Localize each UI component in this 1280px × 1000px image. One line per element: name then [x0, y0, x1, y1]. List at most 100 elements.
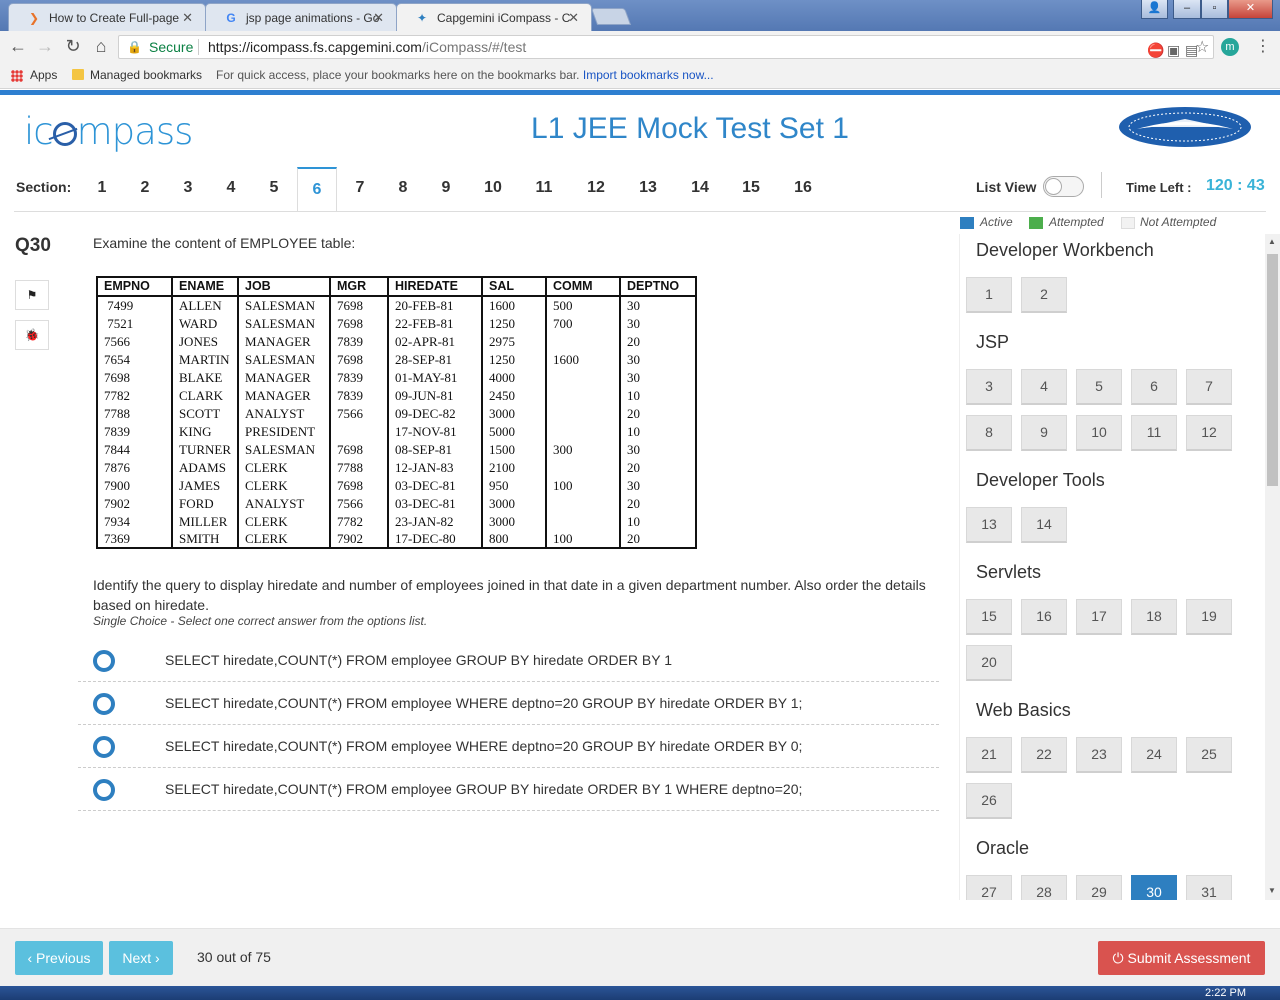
- question-button-27[interactable]: 27: [966, 875, 1012, 900]
- radio-button[interactable]: [93, 736, 115, 758]
- question-button-15[interactable]: 15: [966, 599, 1012, 635]
- radio-button[interactable]: [93, 779, 115, 801]
- previous-button[interactable]: ‹ Previous: [15, 941, 103, 975]
- table-cell: 7521: [96, 314, 173, 332]
- blocked-content-icon[interactable]: ⛔: [1147, 39, 1164, 61]
- question-button-19[interactable]: 19: [1186, 599, 1232, 635]
- section-tab-2[interactable]: 2: [125, 167, 165, 212]
- question-button-13[interactable]: 13: [966, 507, 1012, 543]
- bookmark-apps[interactable]: Apps: [30, 63, 57, 87]
- close-window-icon[interactable]: ✕: [1228, 0, 1273, 19]
- maximize-icon[interactable]: ▫: [1201, 0, 1228, 19]
- flag-button[interactable]: ⚑: [15, 280, 49, 310]
- column-header: EMPNO: [96, 276, 173, 297]
- palette-scrollbar[interactable]: ▲ ▼: [1265, 234, 1280, 900]
- scroll-up-icon[interactable]: ▲: [1268, 237, 1276, 246]
- question-button-7[interactable]: 7: [1186, 369, 1232, 405]
- question-button-5[interactable]: 5: [1076, 369, 1122, 405]
- section-tab-6[interactable]: 6: [297, 167, 337, 212]
- section-tab-14[interactable]: 14: [680, 167, 720, 212]
- browser-tab-1[interactable]: ❯ How to Create Full-page ✕: [8, 3, 206, 31]
- legend-active-label: Active: [980, 215, 1013, 229]
- question-button-9[interactable]: 9: [1021, 415, 1067, 451]
- question-button-12[interactable]: 12: [1186, 415, 1232, 451]
- scroll-thumb[interactable]: [1267, 254, 1278, 486]
- import-bookmarks-link[interactable]: Import bookmarks now...: [583, 68, 714, 82]
- question-button-8[interactable]: 8: [966, 415, 1012, 451]
- close-tab-icon[interactable]: ✕: [182, 10, 193, 26]
- table-cell: 1600: [481, 296, 547, 314]
- section-tab-1[interactable]: 1: [82, 167, 122, 212]
- close-tab-icon[interactable]: ✕: [373, 10, 384, 26]
- reload-icon[interactable]: ↻: [62, 36, 84, 57]
- url-host: https://icompass.fs.capgemini.com: [208, 39, 422, 55]
- profile-avatar[interactable]: m: [1221, 38, 1239, 56]
- section-tab-10[interactable]: 10: [473, 167, 513, 212]
- answer-option[interactable]: SELECT hiredate,COUNT(*) FROM employee W…: [78, 682, 939, 725]
- question-button-6[interactable]: 6: [1131, 369, 1177, 405]
- table-cell: MANAGER: [237, 332, 331, 350]
- answer-option[interactable]: SELECT hiredate,COUNT(*) FROM employee G…: [78, 639, 939, 682]
- section-tab-5[interactable]: 5: [254, 167, 294, 212]
- table-cell: 7839: [329, 332, 389, 350]
- menu-icon[interactable]: ⋮: [1255, 36, 1271, 56]
- submit-assessment-button[interactable]: ⏻ Submit Assessment: [1098, 941, 1265, 975]
- section-tab-4[interactable]: 4: [211, 167, 251, 212]
- section-tab-8[interactable]: 8: [383, 167, 423, 212]
- user-icon[interactable]: 👤: [1141, 0, 1168, 19]
- question-button-14[interactable]: 14: [1021, 507, 1067, 543]
- browser-tab-3[interactable]: ✦ Capgemini iCompass - C ✕: [396, 3, 592, 31]
- section-tab-3[interactable]: 3: [168, 167, 208, 212]
- section-tab-16[interactable]: 16: [783, 167, 823, 212]
- question-button-10[interactable]: 10: [1076, 415, 1122, 451]
- question-button-26[interactable]: 26: [966, 783, 1012, 819]
- radio-button[interactable]: [93, 693, 115, 715]
- question-button-21[interactable]: 21: [966, 737, 1012, 773]
- question-button-16[interactable]: 16: [1021, 599, 1067, 635]
- address-bar[interactable]: 🔒 Secure https://icompass.fs.capgemini.c…: [118, 35, 1214, 59]
- section-tab-11[interactable]: 11: [524, 167, 564, 212]
- bookmark-managed[interactable]: Managed bookmarks: [90, 63, 202, 87]
- forward-icon[interactable]: →: [34, 36, 56, 57]
- bookmark-star-icon[interactable]: ☆: [1195, 37, 1209, 59]
- back-icon[interactable]: ←: [7, 36, 29, 57]
- answer-option[interactable]: SELECT hiredate,COUNT(*) FROM employee W…: [78, 725, 939, 768]
- scroll-down-icon[interactable]: ▼: [1268, 886, 1276, 895]
- section-tab-12[interactable]: 12: [576, 167, 616, 212]
- table-cell: [545, 404, 621, 422]
- list-view-toggle[interactable]: [1043, 176, 1084, 197]
- question-button-1[interactable]: 1: [966, 277, 1012, 313]
- popup-blocked-icon[interactable]: ▣: [1167, 39, 1180, 61]
- question-button-29[interactable]: 29: [1076, 875, 1122, 900]
- question-button-24[interactable]: 24: [1131, 737, 1177, 773]
- table-cell: 3000: [481, 494, 547, 512]
- tab-title: How to Create Full-page: [49, 11, 180, 25]
- question-button-30[interactable]: 30: [1131, 875, 1177, 900]
- close-tab-icon[interactable]: ✕: [568, 10, 579, 26]
- question-button-25[interactable]: 25: [1186, 737, 1232, 773]
- question-button-17[interactable]: 17: [1076, 599, 1122, 635]
- new-tab-button[interactable]: [590, 8, 632, 25]
- question-button-20[interactable]: 20: [966, 645, 1012, 681]
- section-tab-15[interactable]: 15: [731, 167, 771, 212]
- apps-grid-icon[interactable]: [11, 70, 23, 82]
- browser-tab-2[interactable]: G jsp page animations - Go ✕: [205, 3, 397, 31]
- report-bug-button[interactable]: 🐞: [15, 320, 49, 350]
- section-tab-7[interactable]: 7: [340, 167, 380, 212]
- question-button-4[interactable]: 4: [1021, 369, 1067, 405]
- next-button[interactable]: Next ›: [109, 941, 173, 975]
- question-button-3[interactable]: 3: [966, 369, 1012, 405]
- question-button-23[interactable]: 23: [1076, 737, 1122, 773]
- section-tab-9[interactable]: 9: [426, 167, 466, 212]
- question-button-11[interactable]: 11: [1131, 415, 1177, 451]
- question-button-31[interactable]: 31: [1186, 875, 1232, 900]
- question-button-28[interactable]: 28: [1021, 875, 1067, 900]
- home-icon[interactable]: ⌂: [90, 36, 112, 57]
- question-button-22[interactable]: 22: [1021, 737, 1067, 773]
- minimize-icon[interactable]: –: [1173, 0, 1201, 19]
- radio-button[interactable]: [93, 650, 115, 672]
- question-button-18[interactable]: 18: [1131, 599, 1177, 635]
- question-button-2[interactable]: 2: [1021, 277, 1067, 313]
- answer-option[interactable]: SELECT hiredate,COUNT(*) FROM employee G…: [78, 768, 939, 811]
- section-tab-13[interactable]: 13: [628, 167, 668, 212]
